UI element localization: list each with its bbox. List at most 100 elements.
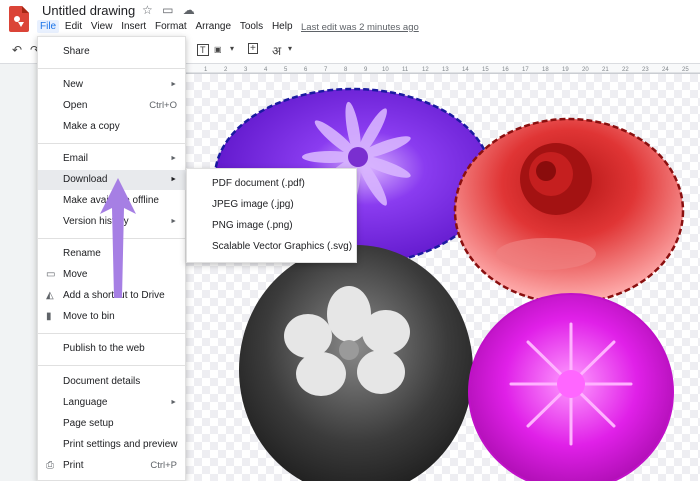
svg-text:14: 14 — [462, 67, 469, 73]
special-dropdown-icon[interactable]: ▾ — [288, 44, 292, 53]
svg-text:18: 18 — [542, 67, 549, 73]
menu-share[interactable]: Share — [38, 42, 187, 62]
menu-file[interactable]: File — [37, 20, 60, 33]
language-label: Language — [63, 397, 108, 408]
menubar: File Edit View Insert Format Arrange Too… — [37, 20, 296, 36]
folder-icon[interactable]: ▭ — [162, 3, 173, 17]
menu-help[interactable]: Help — [269, 20, 296, 33]
submenu-arrow-icon: ► — [170, 218, 177, 225]
drive-icon: ◭ — [46, 290, 54, 301]
document-details-label: Document details — [63, 376, 141, 387]
svg-text:2: 2 — [224, 67, 228, 73]
ruler: 1234 5678 9 10 11 12 13 14 15 16 17 18 19 20 21 22… — [186, 64, 700, 74]
print-settings-label: Print settings and preview — [63, 439, 178, 450]
menu-new[interactable]: New ► — [38, 75, 187, 95]
dropdown-icon[interactable]: ▾ — [230, 44, 234, 53]
doc-title[interactable]: Untitled drawing — [42, 3, 135, 18]
svg-text:16: 16 — [502, 67, 509, 73]
svg-text:8: 8 — [344, 67, 348, 73]
shortcut-label: Ctrl+P — [150, 460, 177, 471]
svg-text:10: 10 — [382, 67, 389, 73]
svg-text:6: 6 — [304, 67, 308, 73]
svg-text:24: 24 — [662, 67, 669, 73]
print-label: Print — [63, 460, 84, 471]
menu-publish[interactable]: Publish to the web — [38, 339, 187, 359]
trash-icon: ▮ — [46, 311, 52, 322]
menu-print-settings[interactable]: Print settings and preview — [38, 435, 187, 455]
menu-open[interactable]: Open Ctrl+O — [38, 96, 187, 116]
drawings-logo-icon[interactable] — [9, 6, 29, 37]
menu-make-copy[interactable]: Make a copy — [38, 117, 187, 137]
new-label: New — [63, 79, 84, 90]
svg-text:19: 19 — [562, 67, 569, 73]
svg-text:3: 3 — [244, 67, 248, 73]
open-label: Open — [63, 100, 88, 111]
drawing-canvas[interactable] — [186, 74, 700, 481]
menu-edit[interactable]: Edit — [62, 20, 85, 33]
page-setup-label: Page setup — [63, 418, 114, 429]
download-submenu: PDF document (.pdf) JPEG image (.jpg) PN… — [186, 168, 357, 263]
special-characters-icon[interactable]: अ — [272, 42, 281, 59]
comment-icon[interactable]: + — [248, 43, 258, 54]
svg-text:23: 23 — [642, 67, 649, 73]
svg-text:15: 15 — [482, 67, 489, 73]
red-rose-image[interactable] — [453, 117, 685, 305]
submenu-arrow-icon: ► — [170, 399, 177, 406]
svg-text:9: 9 — [364, 67, 368, 73]
svg-text:11: 11 — [402, 67, 409, 73]
menu-tools[interactable]: Tools — [237, 20, 266, 33]
magenta-flower-image[interactable] — [468, 293, 674, 481]
submenu-arrow-icon: ► — [170, 81, 177, 88]
svg-text:25: 25 — [682, 67, 689, 73]
title-icons: ☆ ▭ ☁ — [142, 3, 201, 17]
svg-text:17: 17 — [522, 67, 529, 73]
menu-print[interactable]: ⎙ Print Ctrl+P — [38, 456, 187, 476]
make-copy-label: Make a copy — [63, 121, 120, 132]
last-edit-link[interactable]: Last edit was 2 minutes ago — [301, 22, 419, 33]
menu-format[interactable]: Format — [152, 20, 190, 33]
move-label: Move — [63, 269, 88, 280]
share-label: Share — [63, 46, 90, 57]
printer-icon: ⎙ — [46, 460, 54, 471]
shortcut-label: Ctrl+O — [149, 100, 177, 111]
publish-label: Publish to the web — [63, 343, 145, 354]
email-label: Email — [63, 153, 89, 164]
image-icon[interactable]: ▣ — [214, 45, 222, 54]
menu-email[interactable]: Email ► — [38, 149, 187, 169]
move-to-bin-label: Move to bin — [63, 311, 115, 322]
menu-language[interactable]: Language ► — [38, 393, 187, 413]
header: Untitled drawing ☆ ▭ ☁ File Edit View In… — [0, 0, 700, 38]
download-jpg[interactable]: JPEG image (.jpg) — [187, 194, 358, 215]
undo-icon[interactable]: ↶ — [12, 43, 22, 57]
svg-text:5: 5 — [284, 67, 288, 73]
cloud-icon[interactable]: ☁ — [183, 3, 195, 17]
menu-insert[interactable]: Insert — [118, 20, 149, 33]
menu-page-setup[interactable]: Page setup — [38, 414, 187, 434]
left-gutter — [0, 64, 38, 481]
pointer-arrow-icon — [96, 176, 140, 307]
divider — [38, 333, 187, 334]
move-folder-icon: ▭ — [46, 269, 56, 280]
text-box-icon[interactable]: T — [197, 44, 209, 56]
svg-text:13: 13 — [442, 67, 449, 73]
divider — [38, 143, 187, 144]
svg-text:22: 22 — [622, 67, 629, 73]
download-png[interactable]: PNG image (.png) — [187, 215, 358, 236]
svg-text:21: 21 — [602, 67, 609, 73]
star-icon[interactable]: ☆ — [142, 3, 153, 17]
svg-text:20: 20 — [582, 67, 589, 73]
menu-arrange[interactable]: Arrange — [192, 20, 234, 33]
svg-text:4: 4 — [264, 67, 268, 73]
divider — [38, 365, 187, 366]
divider — [38, 68, 187, 69]
menu-view[interactable]: View — [88, 20, 116, 33]
svg-text:7: 7 — [324, 67, 328, 73]
download-pdf[interactable]: PDF document (.pdf) — [187, 173, 358, 194]
svg-text:12: 12 — [422, 67, 429, 73]
submenu-arrow-icon: ► — [170, 155, 177, 162]
download-svg[interactable]: Scalable Vector Graphics (.svg) — [187, 236, 358, 257]
menu-document-details[interactable]: Document details — [38, 372, 187, 392]
menu-move-to-bin[interactable]: ▮ Move to bin — [38, 307, 187, 327]
svg-text:1: 1 — [204, 67, 208, 73]
gray-flower-image[interactable] — [239, 245, 473, 481]
